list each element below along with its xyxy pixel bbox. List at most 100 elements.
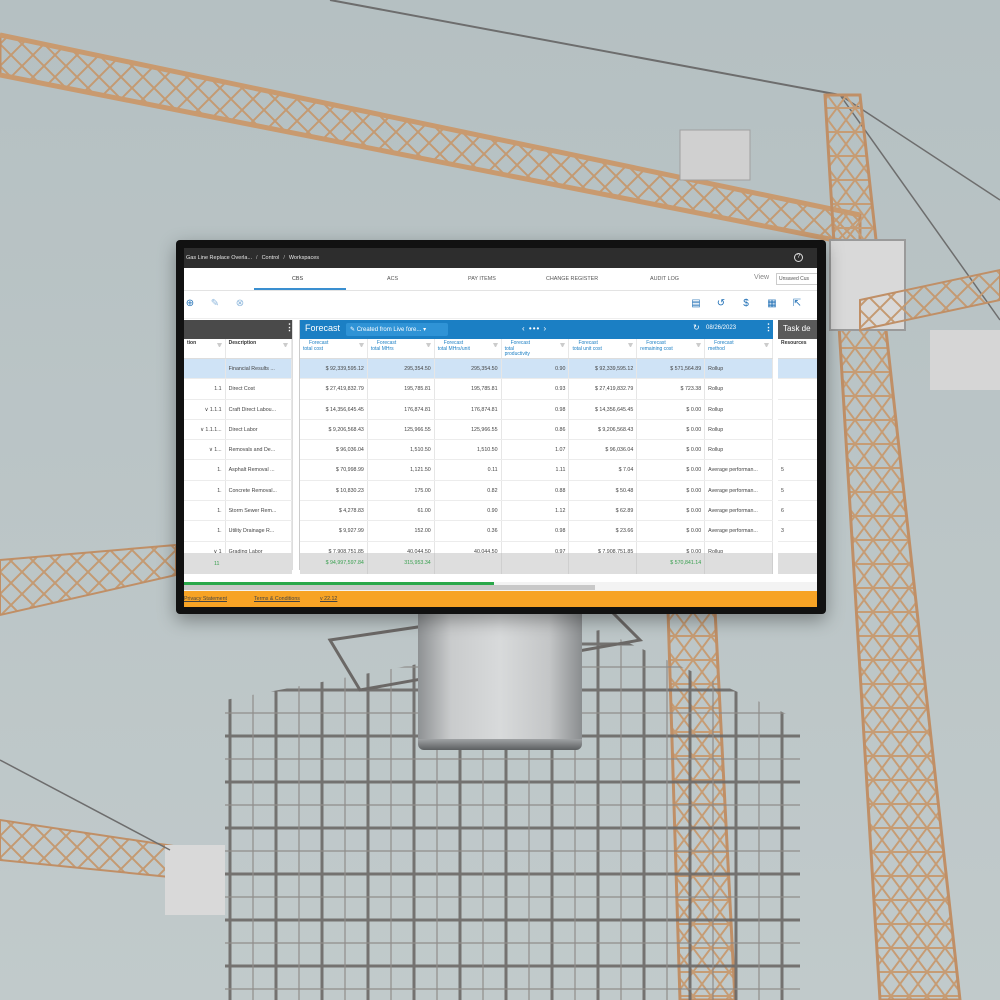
tab-cbs[interactable]: CBS	[292, 276, 303, 282]
active-tab-indicator	[254, 288, 346, 290]
table-row[interactable]	[778, 359, 817, 380]
breadcrumb-separator: /	[283, 255, 285, 261]
table-row[interactable]: ∨ 1.1.1 Craft Direct Labou...	[184, 399, 292, 420]
app-screen: Gas Line Replace Overla... / Control / W…	[184, 248, 817, 607]
filter-icon[interactable]	[283, 343, 288, 347]
breadcrumb-control[interactable]: Control	[262, 255, 280, 261]
cbs-code-cell	[184, 359, 226, 379]
table-row[interactable]: 5	[778, 460, 817, 481]
forecast-navigation[interactable]: ‹ ••• ›	[522, 324, 547, 333]
help-icon[interactable]: ?	[794, 253, 803, 262]
table-row[interactable]	[778, 400, 817, 420]
table-row[interactable]: ∨ 1... Removals and De...	[184, 440, 292, 461]
cbs-code-cell: 1.	[184, 501, 226, 521]
breadcrumb-workspaces[interactable]: Workspaces	[289, 255, 319, 261]
scrollbar-thumb[interactable]	[184, 585, 595, 590]
forecast-cell: 0.98	[502, 399, 570, 419]
table-row[interactable]: $ 92,339,595.12 295,354.50 295,354.50 0.90 $…	[300, 359, 774, 380]
version-link[interactable]: v 22.12	[320, 596, 337, 602]
column-resources[interactable]: Resources	[778, 339, 817, 358]
privacy-statement-link[interactable]: Privacy Statement	[184, 596, 227, 602]
forecast-cell: Rollup	[705, 440, 774, 460]
undo-icon[interactable]: ↺	[715, 298, 727, 310]
view-select[interactable]: Unsaved Cus	[776, 273, 817, 285]
calendar-icon[interactable]: ▦	[766, 298, 778, 310]
resources-cell: 3	[781, 528, 784, 535]
forecast-column-header-cell[interactable]: Forecast total MHrs/unit	[435, 339, 502, 358]
column-description[interactable]: Description	[226, 339, 292, 358]
table-row[interactable]	[778, 379, 817, 400]
more-options-icon[interactable]: ⋮	[285, 323, 294, 332]
forecast-cell: $ 571,564.89	[637, 359, 706, 379]
table-row[interactable]: 1.1 Direct Cost	[184, 379, 292, 400]
table-row[interactable]: 1. Asphalt Removal ...	[184, 460, 292, 481]
filter-icon[interactable]	[628, 343, 634, 347]
table-row[interactable]: $ 96,036.04 1,510.50 1,510.50 1.07 $ 96,036.…	[300, 440, 774, 461]
tab-bar: CBS ACS PAY ITEMS CHANGE REGISTER AUDIT …	[184, 268, 817, 291]
filter-icon[interactable]	[560, 343, 566, 347]
dollar-icon[interactable]: $	[740, 298, 752, 310]
tab-audit-log[interactable]: AUDIT LOG	[650, 276, 679, 282]
filter-icon[interactable]	[358, 343, 364, 347]
forecast-column-header-cell[interactable]: Forecast remaining cost	[637, 339, 706, 358]
forecast-cell: Average performan...	[705, 521, 774, 541]
table-row[interactable]: 5	[778, 481, 817, 502]
filter-icon[interactable]	[425, 343, 431, 347]
filter-icon[interactable]	[216, 343, 222, 347]
resources-cell	[778, 420, 817, 439]
breadcrumb-separator: /	[256, 255, 258, 261]
more-options-icon[interactable]: ⋮	[764, 323, 773, 332]
table-row[interactable]: 1. Utility Drainage R...	[184, 521, 292, 542]
tab-pay-items[interactable]: PAY ITEMS	[468, 276, 496, 282]
table-row[interactable]: ∨ 1.1.1... Direct Labor	[184, 419, 292, 441]
filter-icon[interactable]	[696, 343, 702, 347]
table-row[interactable]: Financial Results ...	[184, 359, 292, 380]
forecast-column-header: Forecast total cost Forecast total MHrs Fore…	[300, 339, 774, 359]
forecast-date[interactable]: 08/26/2023	[706, 325, 736, 331]
table-row[interactable]: 6	[778, 501, 817, 522]
table-row[interactable]	[778, 420, 817, 441]
table-row[interactable]: $ 4,278.83 61.00 0.90 1.12 $ 62.89 $ 0.00 Aver…	[300, 501, 774, 522]
forecast-cell: 1.11	[502, 460, 570, 480]
tab-change-register[interactable]: CHANGE REGISTER	[546, 276, 598, 282]
table-row[interactable]: 3	[778, 521, 817, 542]
forecast-version-dropdown[interactable]: ✎ Created from Live fore... ▾	[346, 323, 448, 336]
tab-acs[interactable]: ACS	[387, 276, 398, 282]
remove-circle-icon[interactable]: ⊗	[234, 298, 246, 310]
resources-cell	[778, 359, 817, 378]
column-code[interactable]: tion	[184, 339, 226, 358]
table-row[interactable]: $ 9,927.99 152.00 0.36 0.98 $ 23.66 $ 0.00 Ave…	[300, 521, 774, 542]
table-row[interactable]	[778, 440, 817, 461]
horizontal-scrollbar[interactable]	[184, 582, 817, 591]
cbs-description-cell: Direct Labor	[226, 419, 292, 440]
table-row[interactable]: $ 70,998.99 1,121.50 0.11 1.11 $ 7.04 $ 0.00 A…	[300, 460, 774, 481]
table-view-icon[interactable]: ▤	[690, 298, 702, 310]
breadcrumb-project[interactable]: Gas Line Replace Overla...	[186, 255, 252, 261]
table-row[interactable]: $ 27,419,832.79 195,785.81 195,785.81 0.93 $…	[300, 379, 774, 400]
forecast-cell: $ 92,339,595.12	[300, 359, 368, 379]
terms-conditions-link[interactable]: Terms & Conditions	[254, 596, 300, 602]
forecast-cell: $ 27,419,832.79	[300, 379, 368, 399]
forecast-column-header-cell[interactable]: Forecast total MHrs	[368, 339, 435, 358]
forecast-cell: $ 23.66	[569, 521, 638, 541]
table-row[interactable]: $ 14,356,645.45 176,874.81 176,874.81 0.98 $…	[300, 399, 774, 420]
filter-icon[interactable]	[492, 343, 498, 347]
export-icon[interactable]: ⇱	[791, 298, 803, 310]
forecast-total-cell	[705, 553, 774, 574]
add-circle-icon[interactable]: ⊕	[184, 298, 196, 310]
table-row[interactable]: $ 9,206,568.43 125,966.55 125,966.55 0.86 $ …	[300, 419, 774, 441]
forecast-column-header-cell[interactable]: Forecast total productivity	[502, 339, 570, 358]
forecast-column-header-cell[interactable]: Forecast total unit cost	[569, 339, 638, 358]
cbs-description-cell: Storm Sewer Rem...	[226, 501, 292, 521]
filter-icon[interactable]	[764, 343, 770, 347]
table-row[interactable]: $ 10,830.23 175.00 0.82 0.88 $ 50.48 $ 0.00 Av…	[300, 480, 774, 502]
refresh-icon[interactable]: ↻	[693, 323, 700, 332]
table-row[interactable]: 1. Storm Sewer Rem...	[184, 501, 292, 522]
table-row[interactable]: 1. Concrete Removal...	[184, 480, 292, 502]
cbs-code-cell: 1.	[184, 521, 226, 541]
forecast-cell: 125,966.55	[368, 419, 435, 440]
forecast-column-header-cell[interactable]: Forecast method	[705, 339, 774, 358]
forecast-column-header-cell[interactable]: Forecast total cost	[300, 339, 368, 358]
edit-icon[interactable]: ✎	[209, 298, 221, 310]
view-label: View	[754, 274, 770, 281]
